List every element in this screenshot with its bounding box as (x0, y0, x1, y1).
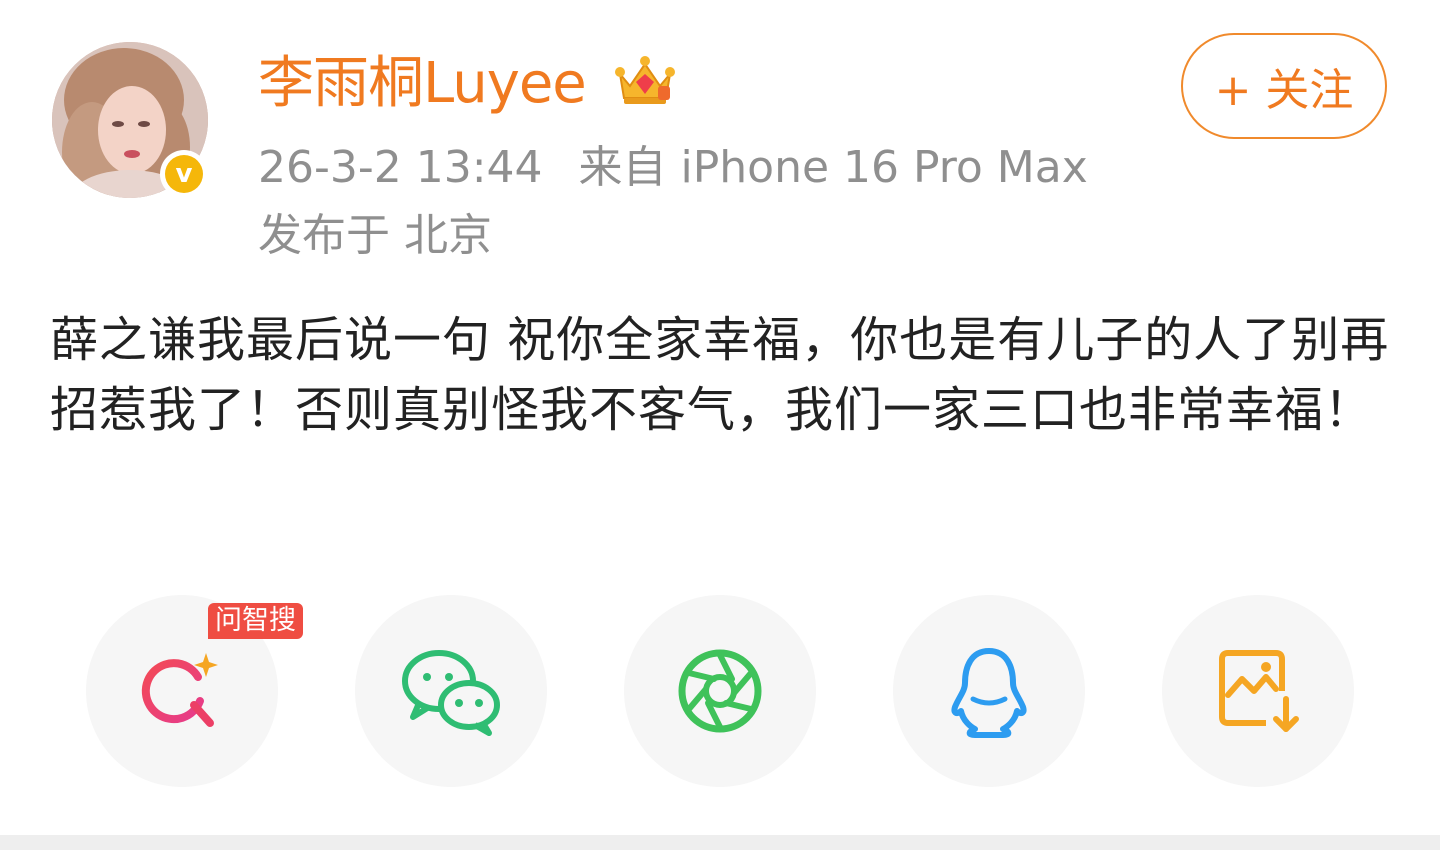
moments-icon (678, 649, 762, 733)
wechat-icon (402, 650, 500, 736)
post-source: 来自 iPhone 16 Pro Max (578, 142, 1088, 193)
follow-button[interactable]: + 关注 (1181, 33, 1387, 139)
post-text[interactable]: 薛之谦我最后说一句 祝你全家幸福，你也是有儿子的人了别再招惹我了！否则真别怪我不… (50, 305, 1395, 445)
ai-search-icon (141, 653, 218, 727)
post-location: 发布于 北京 (258, 210, 492, 261)
share-moments-button[interactable] (624, 595, 816, 787)
crown-icon (615, 56, 675, 104)
save-image-button[interactable] (1162, 595, 1354, 787)
share-wechat-button[interactable] (355, 595, 547, 787)
ai-search-tag: 问智搜 (208, 603, 303, 639)
share-qq-button[interactable] (893, 595, 1085, 787)
post-meta: 26-3-2 13:44 来自 iPhone 16 Pro Max (258, 142, 1088, 194)
qq-icon (951, 648, 1027, 738)
verified-icon: v (165, 155, 203, 193)
bottom-divider (0, 835, 1440, 850)
post-timestamp: 26-3-2 13:44 (258, 142, 543, 193)
verified-badge: v (160, 150, 208, 198)
author-name[interactable]: 李雨桐Luyee (258, 52, 587, 116)
save-image-icon (1219, 650, 1299, 732)
